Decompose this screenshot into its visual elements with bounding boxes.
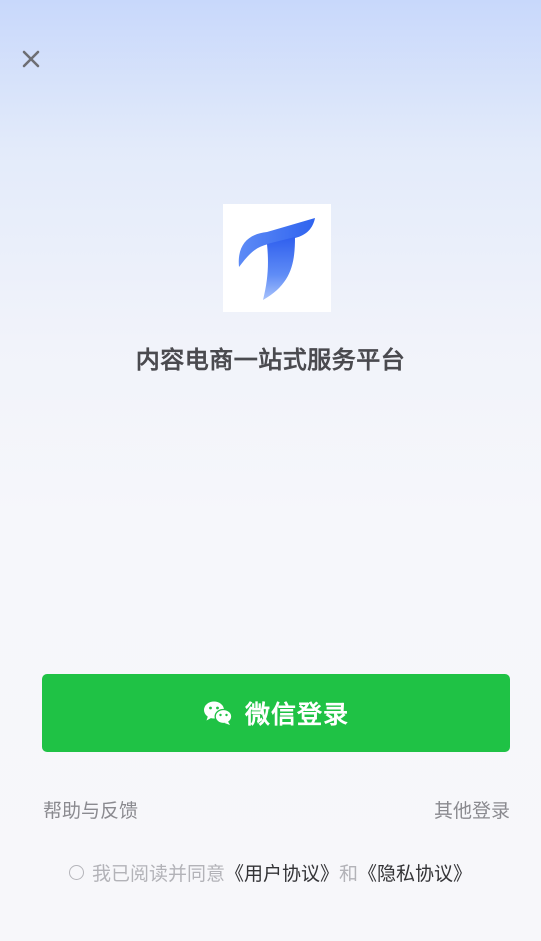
user-agreement-link[interactable]: 《用户协议》 bbox=[225, 859, 339, 886]
wechat-login-button[interactable]: 微信登录 bbox=[42, 674, 510, 752]
wechat-login-label: 微信登录 bbox=[244, 700, 349, 729]
app-logo bbox=[223, 204, 331, 312]
close-button[interactable] bbox=[17, 45, 45, 73]
agreement-connector: 和 bbox=[339, 863, 359, 885]
privacy-policy-link[interactable]: 《隐私协议》 bbox=[358, 859, 472, 886]
help-feedback-link[interactable]: 帮助与反馈 bbox=[43, 796, 138, 823]
agreement-row: 我已阅读并同意 《用户协议》 和 《隐私协议》 bbox=[0, 859, 541, 886]
other-login-link[interactable]: 其他登录 bbox=[434, 796, 510, 823]
app-title: 内容电商一站式服务平台 bbox=[135, 346, 406, 374]
agreement-checkbox[interactable] bbox=[68, 865, 84, 880]
app-logo-icon bbox=[238, 218, 315, 300]
agreement-prefix: 我已阅读并同意 bbox=[91, 863, 225, 885]
close-icon bbox=[22, 50, 40, 68]
wechat-icon bbox=[203, 700, 233, 726]
